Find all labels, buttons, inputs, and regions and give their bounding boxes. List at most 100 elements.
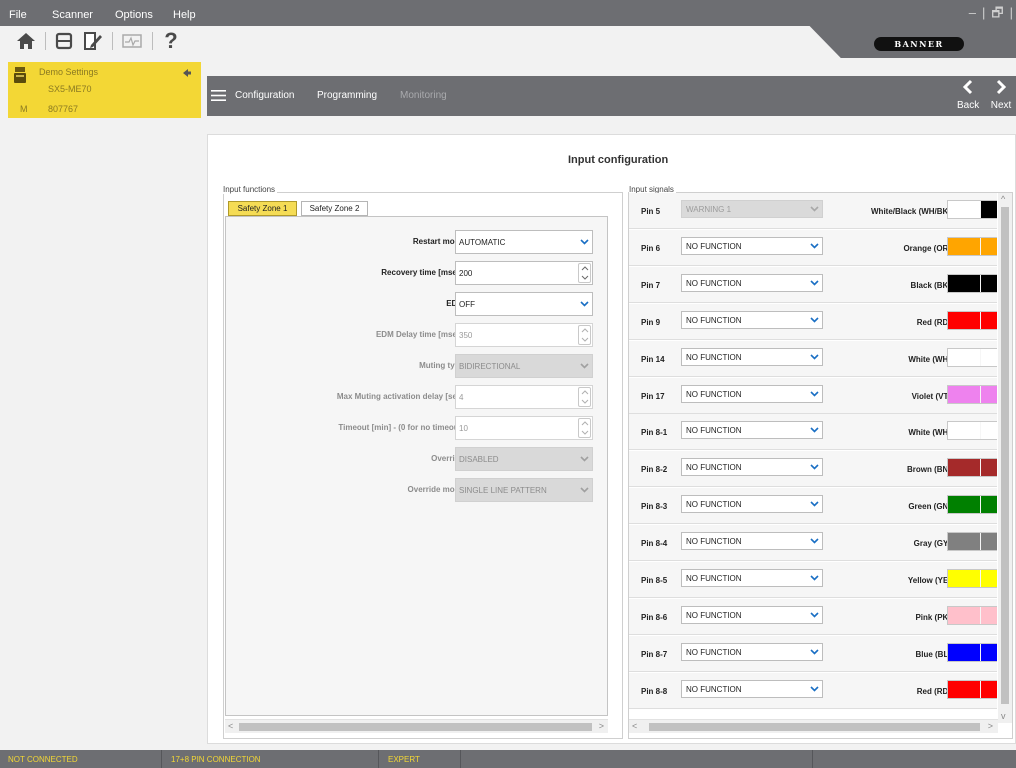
- minimize-button[interactable]: –: [966, 5, 979, 20]
- chevron-down-icon[interactable]: [807, 607, 822, 623]
- tab-safety-zone-1[interactable]: Safety Zone 1: [228, 201, 297, 216]
- pin-function-dropdown[interactable]: NO FUNCTION: [681, 495, 823, 514]
- scrollbar-thumb[interactable]: [649, 723, 980, 731]
- wire-color-label: White (WH): [908, 354, 951, 364]
- field-value: SINGLE LINE PATTERN: [459, 486, 547, 495]
- scroll-up-icon[interactable]: ^: [1001, 194, 1005, 204]
- wire-color-primary: [948, 570, 980, 587]
- edit-document-button[interactable]: [80, 29, 106, 53]
- chevron-down-icon[interactable]: [807, 422, 822, 438]
- field-label: Max Muting activation delay [sec]: [336, 392, 464, 401]
- field-spinner[interactable]: 200: [455, 261, 593, 285]
- home-button[interactable]: [14, 29, 38, 53]
- home-icon: [17, 33, 35, 49]
- signal-row: Pin 8-1 NO FUNCTION White (WH): [629, 414, 997, 451]
- collapse-sidebar-button[interactable]: [182, 68, 192, 81]
- chevron-down-icon[interactable]: [807, 238, 822, 254]
- chevron-down-icon[interactable]: [807, 681, 822, 697]
- scroll-left-icon[interactable]: <: [228, 721, 233, 731]
- wire-color-primary: [948, 606, 980, 624]
- signals-horizontal-scrollbar[interactable]: < >: [629, 719, 998, 733]
- wire-color-label: Brown (BN): [907, 465, 951, 475]
- device-card[interactable]: Demo Settings SX5-ME70 M 807767: [8, 62, 201, 118]
- signal-row: Pin 8-6 NO FUNCTION Pink (PK): [629, 598, 997, 635]
- pin-function-dropdown[interactable]: NO FUNCTION: [681, 310, 823, 329]
- wire-color-label: Red (RD): [916, 686, 951, 696]
- pin-function-value: NO FUNCTION: [686, 315, 742, 325]
- toolbar: ? BANNER: [0, 26, 1016, 58]
- pin-function-dropdown[interactable]: NO FUNCTION: [681, 569, 823, 587]
- scroll-down-icon[interactable]: v: [1001, 711, 1006, 721]
- pin-label: Pin 8-7: [641, 649, 668, 659]
- wire-color-swatch: [947, 310, 997, 330]
- field-label: Recovery time [msec]: [381, 268, 464, 277]
- chevron-down-icon[interactable]: [807, 496, 822, 512]
- page-title: Input configuration: [568, 154, 669, 166]
- chevron-down-icon[interactable]: [807, 386, 822, 402]
- pin-function-dropdown[interactable]: NO FUNCTION: [681, 605, 823, 624]
- next-button[interactable]: Next: [989, 79, 1013, 111]
- back-button[interactable]: Back: [957, 79, 979, 111]
- field-value: 4: [459, 393, 464, 402]
- scroll-right-icon[interactable]: >: [988, 721, 993, 731]
- user-level: EXPERT: [388, 755, 420, 764]
- field-dropdown[interactable]: AUTOMATIC: [455, 230, 593, 254]
- chevron-down-icon[interactable]: [807, 459, 822, 475]
- pin-function-dropdown[interactable]: NO FUNCTION: [681, 384, 823, 403]
- spinner-arrows-icon[interactable]: [578, 263, 591, 283]
- wire-color-primary: [948, 533, 980, 551]
- chevron-down-icon: [807, 201, 822, 217]
- field-dropdown[interactable]: OFF: [455, 292, 593, 316]
- pin-function-dropdown[interactable]: NO FUNCTION: [681, 532, 823, 551]
- chevron-down-icon[interactable]: [576, 293, 592, 315]
- menu-file[interactable]: File: [9, 9, 27, 21]
- help-button[interactable]: ?: [160, 28, 182, 53]
- wire-color-label: Pink (PK): [915, 612, 951, 622]
- spinner-arrows-icon: [578, 387, 591, 407]
- chevron-down-icon[interactable]: [807, 349, 822, 365]
- nav-programming[interactable]: Programming: [317, 90, 377, 101]
- pin-function-dropdown[interactable]: NO FUNCTION: [681, 458, 823, 477]
- chevron-down-icon[interactable]: [807, 275, 822, 291]
- chevron-down-icon[interactable]: [807, 644, 822, 660]
- wire-color-primary: [948, 680, 980, 698]
- chevron-down-icon[interactable]: [576, 231, 592, 253]
- pin-function-dropdown[interactable]: NO FUNCTION: [681, 273, 823, 292]
- chevron-down-icon[interactable]: [807, 312, 822, 328]
- menu-options[interactable]: Options: [115, 9, 153, 21]
- menu-scanner[interactable]: Scanner: [52, 9, 93, 21]
- nav-configuration[interactable]: Configuration: [235, 90, 294, 101]
- tab-safety-zone-2[interactable]: Safety Zone 2: [301, 201, 368, 216]
- pin-label: Pin 8-1: [641, 428, 668, 438]
- pin-function-dropdown: WARNING 1: [681, 200, 823, 218]
- functions-horizontal-scrollbar[interactable]: < >: [225, 719, 608, 733]
- chevron-down-icon[interactable]: [807, 570, 822, 586]
- signals-vertical-scrollbar[interactable]: ^ v: [998, 193, 1012, 723]
- monitor-button[interactable]: [119, 29, 145, 53]
- signal-row: Pin 6 NO FUNCTION Orange (OR): [629, 229, 997, 266]
- pin-function-dropdown[interactable]: NO FUNCTION: [681, 642, 823, 661]
- scrollbar-thumb[interactable]: [1001, 207, 1009, 704]
- pin-function-dropdown[interactable]: NO FUNCTION: [681, 679, 823, 698]
- pin-function-value: NO FUNCTION: [686, 647, 742, 657]
- pin-function-dropdown[interactable]: NO FUNCTION: [681, 347, 823, 366]
- chevron-down-icon[interactable]: [807, 533, 822, 549]
- pin-function-value: NO FUNCTION: [686, 463, 742, 473]
- device-model: SX5-ME70: [48, 84, 92, 94]
- field-value: DISABLED: [459, 455, 499, 464]
- pin-label: Pin 8-2: [641, 465, 668, 475]
- menu-help[interactable]: Help: [173, 9, 196, 21]
- pin-label: Pin 8-8: [641, 686, 668, 696]
- pin-function-dropdown[interactable]: NO FUNCTION: [681, 236, 823, 255]
- device-mode: M: [20, 104, 28, 114]
- pin-function-dropdown[interactable]: NO FUNCTION: [681, 421, 823, 440]
- scroll-right-icon[interactable]: >: [599, 721, 604, 731]
- scanner-icon: [14, 67, 26, 83]
- restore-button[interactable]: 🗗: [988, 4, 1006, 26]
- wire-color-secondary: [981, 201, 997, 218]
- signal-row: Pin 8-8 NO FUNCTION Red (RD): [629, 672, 997, 709]
- scrollbar-thumb[interactable]: [239, 723, 592, 731]
- scroll-left-icon[interactable]: <: [632, 721, 637, 731]
- save-button[interactable]: [52, 29, 76, 53]
- hamburger-menu-icon[interactable]: [211, 89, 227, 102]
